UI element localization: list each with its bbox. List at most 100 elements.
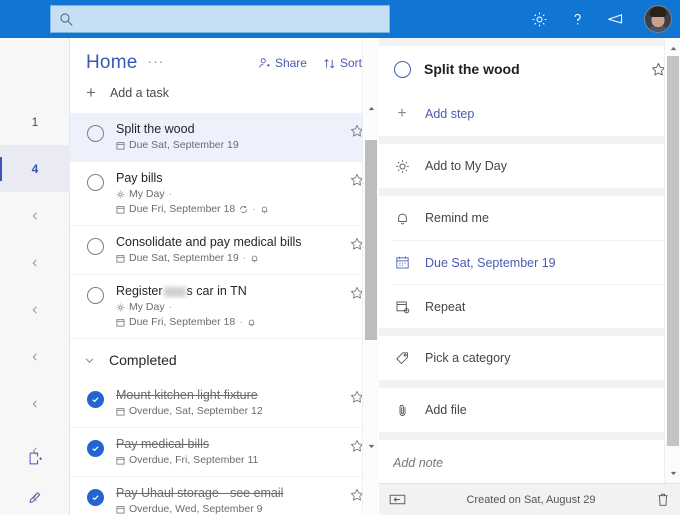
check-icon [92, 397, 99, 403]
task-list: Split the wood Due Sat, September 19 Pay… [70, 113, 378, 515]
share-button[interactable]: Share [258, 56, 307, 70]
meta-separator: · [239, 316, 243, 328]
my-day-card: Add to My Day [379, 144, 680, 188]
sort-arrows-icon [324, 58, 335, 68]
calendar-icon [116, 319, 125, 327]
sidebar-bottom-actions [0, 439, 70, 515]
help-icon[interactable] [566, 8, 588, 30]
gear-icon[interactable] [528, 8, 550, 30]
sidebar-item-list-4[interactable] [0, 239, 70, 286]
table-row[interactable]: Mount kitchen light fixture Overdue, Sat… [70, 379, 378, 428]
task-meta-2: Due Fri, September 18 · [116, 203, 344, 216]
paperclip-icon [393, 403, 411, 418]
detail-scrollbar[interactable] [664, 38, 680, 483]
table-row[interactable]: Split the wood Due Sat, September 19 [70, 113, 378, 162]
detail-scroll-down-icon[interactable] [665, 465, 680, 481]
caret-down-icon [670, 471, 676, 475]
task-checkbox[interactable] [87, 174, 104, 191]
task-title-after: s car in TN [186, 284, 247, 298]
detail-task-header: Split the wood [393, 46, 666, 92]
sidebar-item-list-7[interactable] [0, 380, 70, 427]
hide-detail-view-icon[interactable] [389, 493, 406, 506]
detail-header-card: Split the wood + Add step [379, 46, 680, 136]
pick-category-button[interactable]: Pick a category [393, 336, 666, 380]
task-meta: Overdue, Wed, September 9 [116, 503, 344, 515]
sidebar-item-list-5[interactable] [0, 286, 70, 333]
task-checkbox[interactable] [87, 391, 104, 408]
task-due: Due Sat, September 19 [116, 252, 239, 265]
task-due: Overdue, Fri, September 11 [116, 454, 258, 467]
task-due-label: Overdue, Wed, September 9 [129, 503, 263, 515]
scrollbar-thumb[interactable] [365, 140, 377, 340]
calendar-icon [116, 206, 125, 214]
scroll-down-icon[interactable] [363, 438, 379, 454]
sidebar-item-list-6[interactable] [0, 333, 70, 380]
table-row[interactable]: Pay bills My Day · Due Fri, September 18 [70, 162, 378, 226]
task-checkbox[interactable] [87, 238, 104, 255]
feedback-megaphone-icon[interactable] [604, 8, 626, 30]
detail-scroll-up-icon[interactable] [665, 40, 680, 56]
table-row[interactable]: Pay Uhaul storage - see email Overdue, W… [70, 477, 378, 515]
scroll-up-icon[interactable] [363, 100, 379, 116]
table-row[interactable]: Register s car in TN My Day · Due Fri, Se… [70, 275, 378, 339]
due-date-label: Due Sat, September 19 [425, 255, 556, 270]
bell-icon [261, 206, 267, 214]
task-due: Overdue, Sat, September 12 [116, 405, 263, 418]
search-input[interactable] [80, 9, 381, 29]
task-checkbox[interactable] [87, 440, 104, 457]
add-file-button[interactable]: Add file [393, 388, 666, 432]
plus-icon: + [397, 105, 407, 122]
new-list-icon[interactable] [0, 439, 70, 477]
task-meta-2: Due Fri, September 18 · [116, 316, 344, 329]
remind-me-button[interactable]: Remind me [393, 196, 666, 240]
sidebar-item-list-3[interactable] [0, 192, 70, 239]
task-due-label: Due Fri, September 18 [129, 316, 236, 328]
meta-separator: · [252, 203, 256, 215]
task-checkbox[interactable] [87, 489, 104, 506]
pencil-icon[interactable] [0, 477, 70, 515]
task-myday-label: My Day [129, 188, 165, 200]
redacted-name [163, 286, 186, 297]
delete-task-icon[interactable] [656, 492, 670, 507]
table-row[interactable]: Pay medical bills Overdue, Fri, Septembe… [70, 428, 378, 477]
avatar[interactable] [644, 5, 672, 33]
file-card: Add file [379, 388, 680, 432]
repeat-button[interactable]: Repeat [393, 284, 666, 328]
scrollbar-thumb[interactable] [667, 56, 679, 446]
add-task-button[interactable]: + Add a task [70, 74, 378, 113]
sun-icon [116, 190, 125, 199]
sidebar-item-my-day[interactable]: 1 [0, 98, 70, 145]
share-label: Share [274, 56, 307, 70]
detail-task-title[interactable]: Split the wood [424, 61, 638, 77]
sort-button[interactable]: Sort [323, 56, 362, 70]
detail-task-checkbox[interactable] [394, 60, 411, 78]
add-step-button[interactable]: + Add step [393, 92, 666, 136]
task-due-label: Due Fri, September 18 [129, 203, 236, 215]
task-title: Mount kitchen light fixture [116, 388, 258, 402]
table-row[interactable]: Consolidate and pay medical bills Due Sa… [70, 226, 378, 275]
meta-separator: · [242, 252, 247, 264]
add-to-my-day-button[interactable]: Add to My Day [393, 144, 666, 188]
completed-group-header[interactable]: Completed [70, 339, 378, 379]
task-detail-panel: Split the wood + Add step Add to My Day [379, 38, 680, 515]
chevron-left-icon [32, 212, 37, 219]
meta-separator: · [168, 188, 173, 200]
sidebar-badge-my-day: 1 [31, 114, 39, 129]
task-checkbox[interactable] [87, 125, 104, 142]
chevron-left-icon [32, 400, 37, 407]
due-date-button[interactable]: Due Sat, September 19 [393, 240, 666, 284]
chevron-left-icon [32, 353, 37, 360]
task-checkbox[interactable] [87, 287, 104, 304]
search-box[interactable] [50, 5, 390, 33]
task-meta: Overdue, Sat, September 12 [116, 405, 344, 418]
task-list-scrollbar[interactable] [362, 38, 378, 515]
note-input[interactable] [393, 456, 666, 470]
sidebar-item-important[interactable]: 4 [0, 145, 70, 192]
sidebar-rail: 1 4 [0, 38, 70, 515]
sun-icon [393, 159, 411, 174]
calendar-icon [393, 255, 411, 270]
task-meta: My Day · [116, 301, 344, 314]
chevron-left-icon [32, 259, 37, 266]
task-content: Pay bills My Day · Due Fri, September 18 [116, 171, 344, 216]
list-options-button[interactable]: ··· [147, 54, 164, 73]
